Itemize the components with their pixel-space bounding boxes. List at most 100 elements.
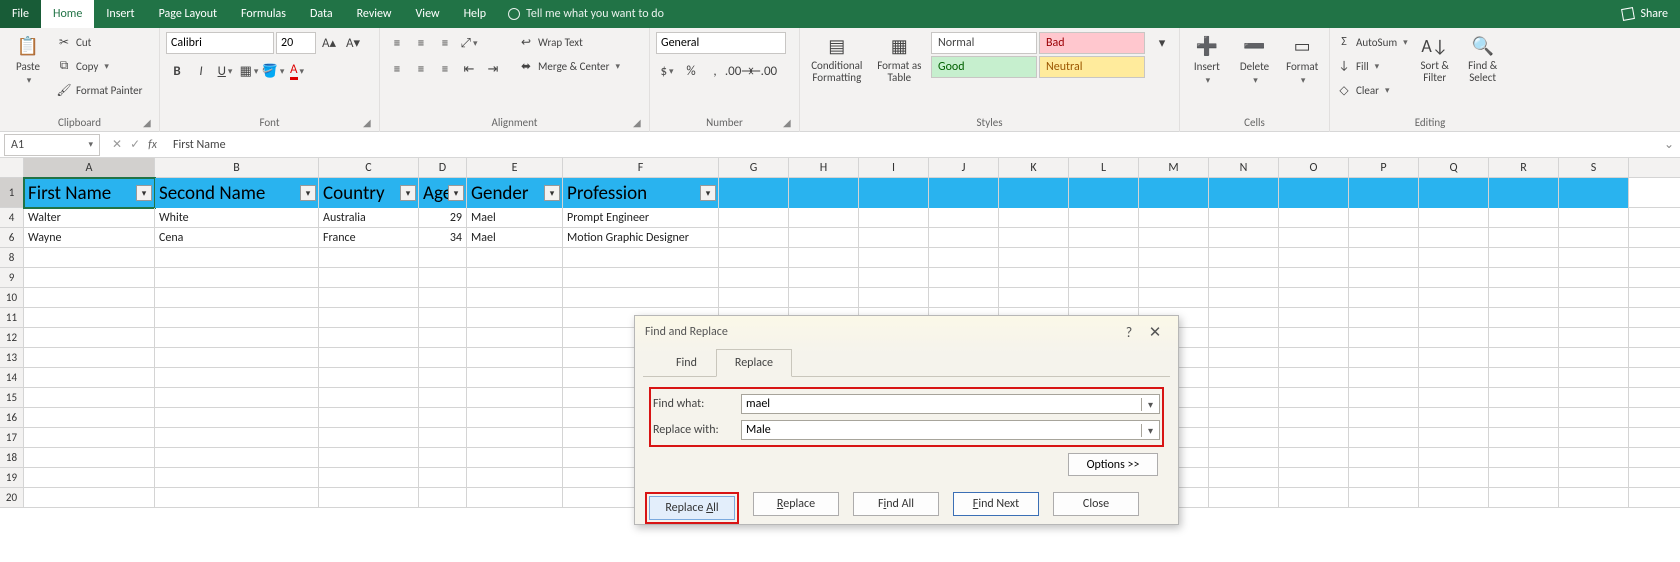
decrease-decimal-button[interactable]: ←.00 <box>752 60 774 82</box>
cell[interactable] <box>319 268 419 287</box>
cell[interactable] <box>1419 208 1489 227</box>
cell[interactable] <box>1209 348 1279 367</box>
cell[interactable]: Gender▾ <box>467 178 563 208</box>
row-header[interactable]: 16 <box>0 408 24 427</box>
cell[interactable] <box>999 268 1069 287</box>
options-button[interactable]: Options >> <box>1068 453 1158 476</box>
decrease-indent-button[interactable]: ⇤ <box>458 58 480 80</box>
cell[interactable] <box>1349 368 1419 387</box>
dialog-launcher-icon[interactable]: ◢ <box>143 116 155 128</box>
cell[interactable] <box>319 448 419 467</box>
cell[interactable]: Second Name▾ <box>155 178 319 208</box>
cell[interactable]: Country▾ <box>319 178 419 208</box>
cell[interactable] <box>419 468 467 487</box>
cell[interactable] <box>1489 468 1559 487</box>
cell[interactable] <box>1139 268 1209 287</box>
cell[interactable] <box>319 488 419 507</box>
cell[interactable] <box>1279 208 1349 227</box>
cell[interactable] <box>929 208 999 227</box>
cell[interactable] <box>999 288 1069 307</box>
align-top-button[interactable]: ≡ <box>386 32 408 54</box>
cell[interactable] <box>24 488 155 507</box>
cell[interactable]: Walter <box>24 208 155 227</box>
cell[interactable] <box>719 208 789 227</box>
cell[interactable] <box>1489 388 1559 407</box>
filter-dropdown-icon[interactable]: ▾ <box>700 185 716 201</box>
cell[interactable] <box>155 448 319 467</box>
accounting-format-button[interactable]: $▾ <box>656 60 678 82</box>
cell[interactable] <box>1279 488 1349 507</box>
fill-button[interactable]: ↓Fill▾ <box>1336 56 1408 76</box>
align-center-button[interactable]: ≡ <box>410 58 432 80</box>
row-header[interactable]: 18 <box>0 448 24 467</box>
cell[interactable] <box>155 488 319 507</box>
col-header-N[interactable]: N <box>1209 158 1279 177</box>
cell[interactable] <box>419 408 467 427</box>
cell[interactable] <box>1489 268 1559 287</box>
cell[interactable]: Prompt Engineer <box>563 208 719 227</box>
row-header[interactable]: 4 <box>0 208 24 227</box>
cell[interactable] <box>1489 348 1559 367</box>
cell[interactable] <box>789 228 859 247</box>
align-middle-button[interactable]: ≡ <box>410 32 432 54</box>
cell[interactable] <box>24 468 155 487</box>
cell[interactable] <box>419 248 467 267</box>
cell[interactable] <box>719 248 789 267</box>
cell[interactable] <box>859 288 929 307</box>
replace-with-text[interactable] <box>742 423 1141 437</box>
cell[interactable] <box>155 348 319 367</box>
row-header[interactable]: 20 <box>0 488 24 507</box>
cell[interactable] <box>1559 178 1629 208</box>
cell[interactable] <box>155 308 319 327</box>
cell[interactable] <box>999 248 1069 267</box>
cell[interactable] <box>24 448 155 467</box>
find-what-input[interactable]: ▾ <box>741 394 1160 414</box>
col-header-E[interactable]: E <box>467 158 563 177</box>
cell[interactable] <box>859 208 929 227</box>
cell[interactable] <box>1209 208 1279 227</box>
cell[interactable] <box>1419 488 1489 507</box>
font-name-select[interactable] <box>166 32 274 54</box>
font-size-select[interactable] <box>276 32 316 54</box>
find-select-button[interactable]: 🔍Find & Select <box>1462 32 1504 104</box>
cell[interactable] <box>1139 208 1209 227</box>
cell[interactable] <box>24 388 155 407</box>
cell[interactable]: Profession▾ <box>563 178 719 208</box>
cell[interactable] <box>1349 268 1419 287</box>
cell[interactable] <box>1069 288 1139 307</box>
dialog-titlebar[interactable]: Find and Replace ? ✕ <box>635 316 1178 348</box>
cell[interactable] <box>1349 448 1419 467</box>
cell[interactable] <box>319 368 419 387</box>
cell[interactable]: White <box>155 208 319 227</box>
cell[interactable] <box>1209 328 1279 347</box>
close-button[interactable]: Close <box>1053 492 1139 516</box>
cell[interactable] <box>1489 178 1559 208</box>
comma-button[interactable]: , <box>704 60 726 82</box>
cell[interactable] <box>155 248 319 267</box>
cell[interactable] <box>467 248 563 267</box>
cell[interactable]: 34 <box>419 228 467 247</box>
cell[interactable]: Wayne <box>24 228 155 247</box>
cell[interactable] <box>155 328 319 347</box>
cell[interactable] <box>1559 208 1629 227</box>
cell[interactable] <box>467 448 563 467</box>
cell[interactable] <box>155 388 319 407</box>
format-painter-button[interactable]: 🖌Format Painter <box>56 80 142 100</box>
col-header-S[interactable]: S <box>1559 158 1629 177</box>
cell[interactable] <box>1279 408 1349 427</box>
cell[interactable] <box>999 178 1069 208</box>
cell[interactable] <box>1349 408 1419 427</box>
paste-button[interactable]: 📋 Paste ▾ <box>6 32 50 104</box>
cell[interactable] <box>1559 468 1629 487</box>
cell[interactable] <box>1559 488 1629 507</box>
cell[interactable] <box>1489 288 1559 307</box>
cell[interactable] <box>1279 388 1349 407</box>
row-header[interactable]: 13 <box>0 348 24 367</box>
cell[interactable] <box>467 288 563 307</box>
menu-review[interactable]: Review <box>345 0 404 28</box>
cell[interactable] <box>1489 448 1559 467</box>
format-as-table-button[interactable]: ▦Format as Table <box>874 32 925 104</box>
cell[interactable] <box>1209 248 1279 267</box>
filter-dropdown-icon[interactable]: ▾ <box>400 185 416 201</box>
name-box[interactable]: A1▾ <box>4 134 100 156</box>
